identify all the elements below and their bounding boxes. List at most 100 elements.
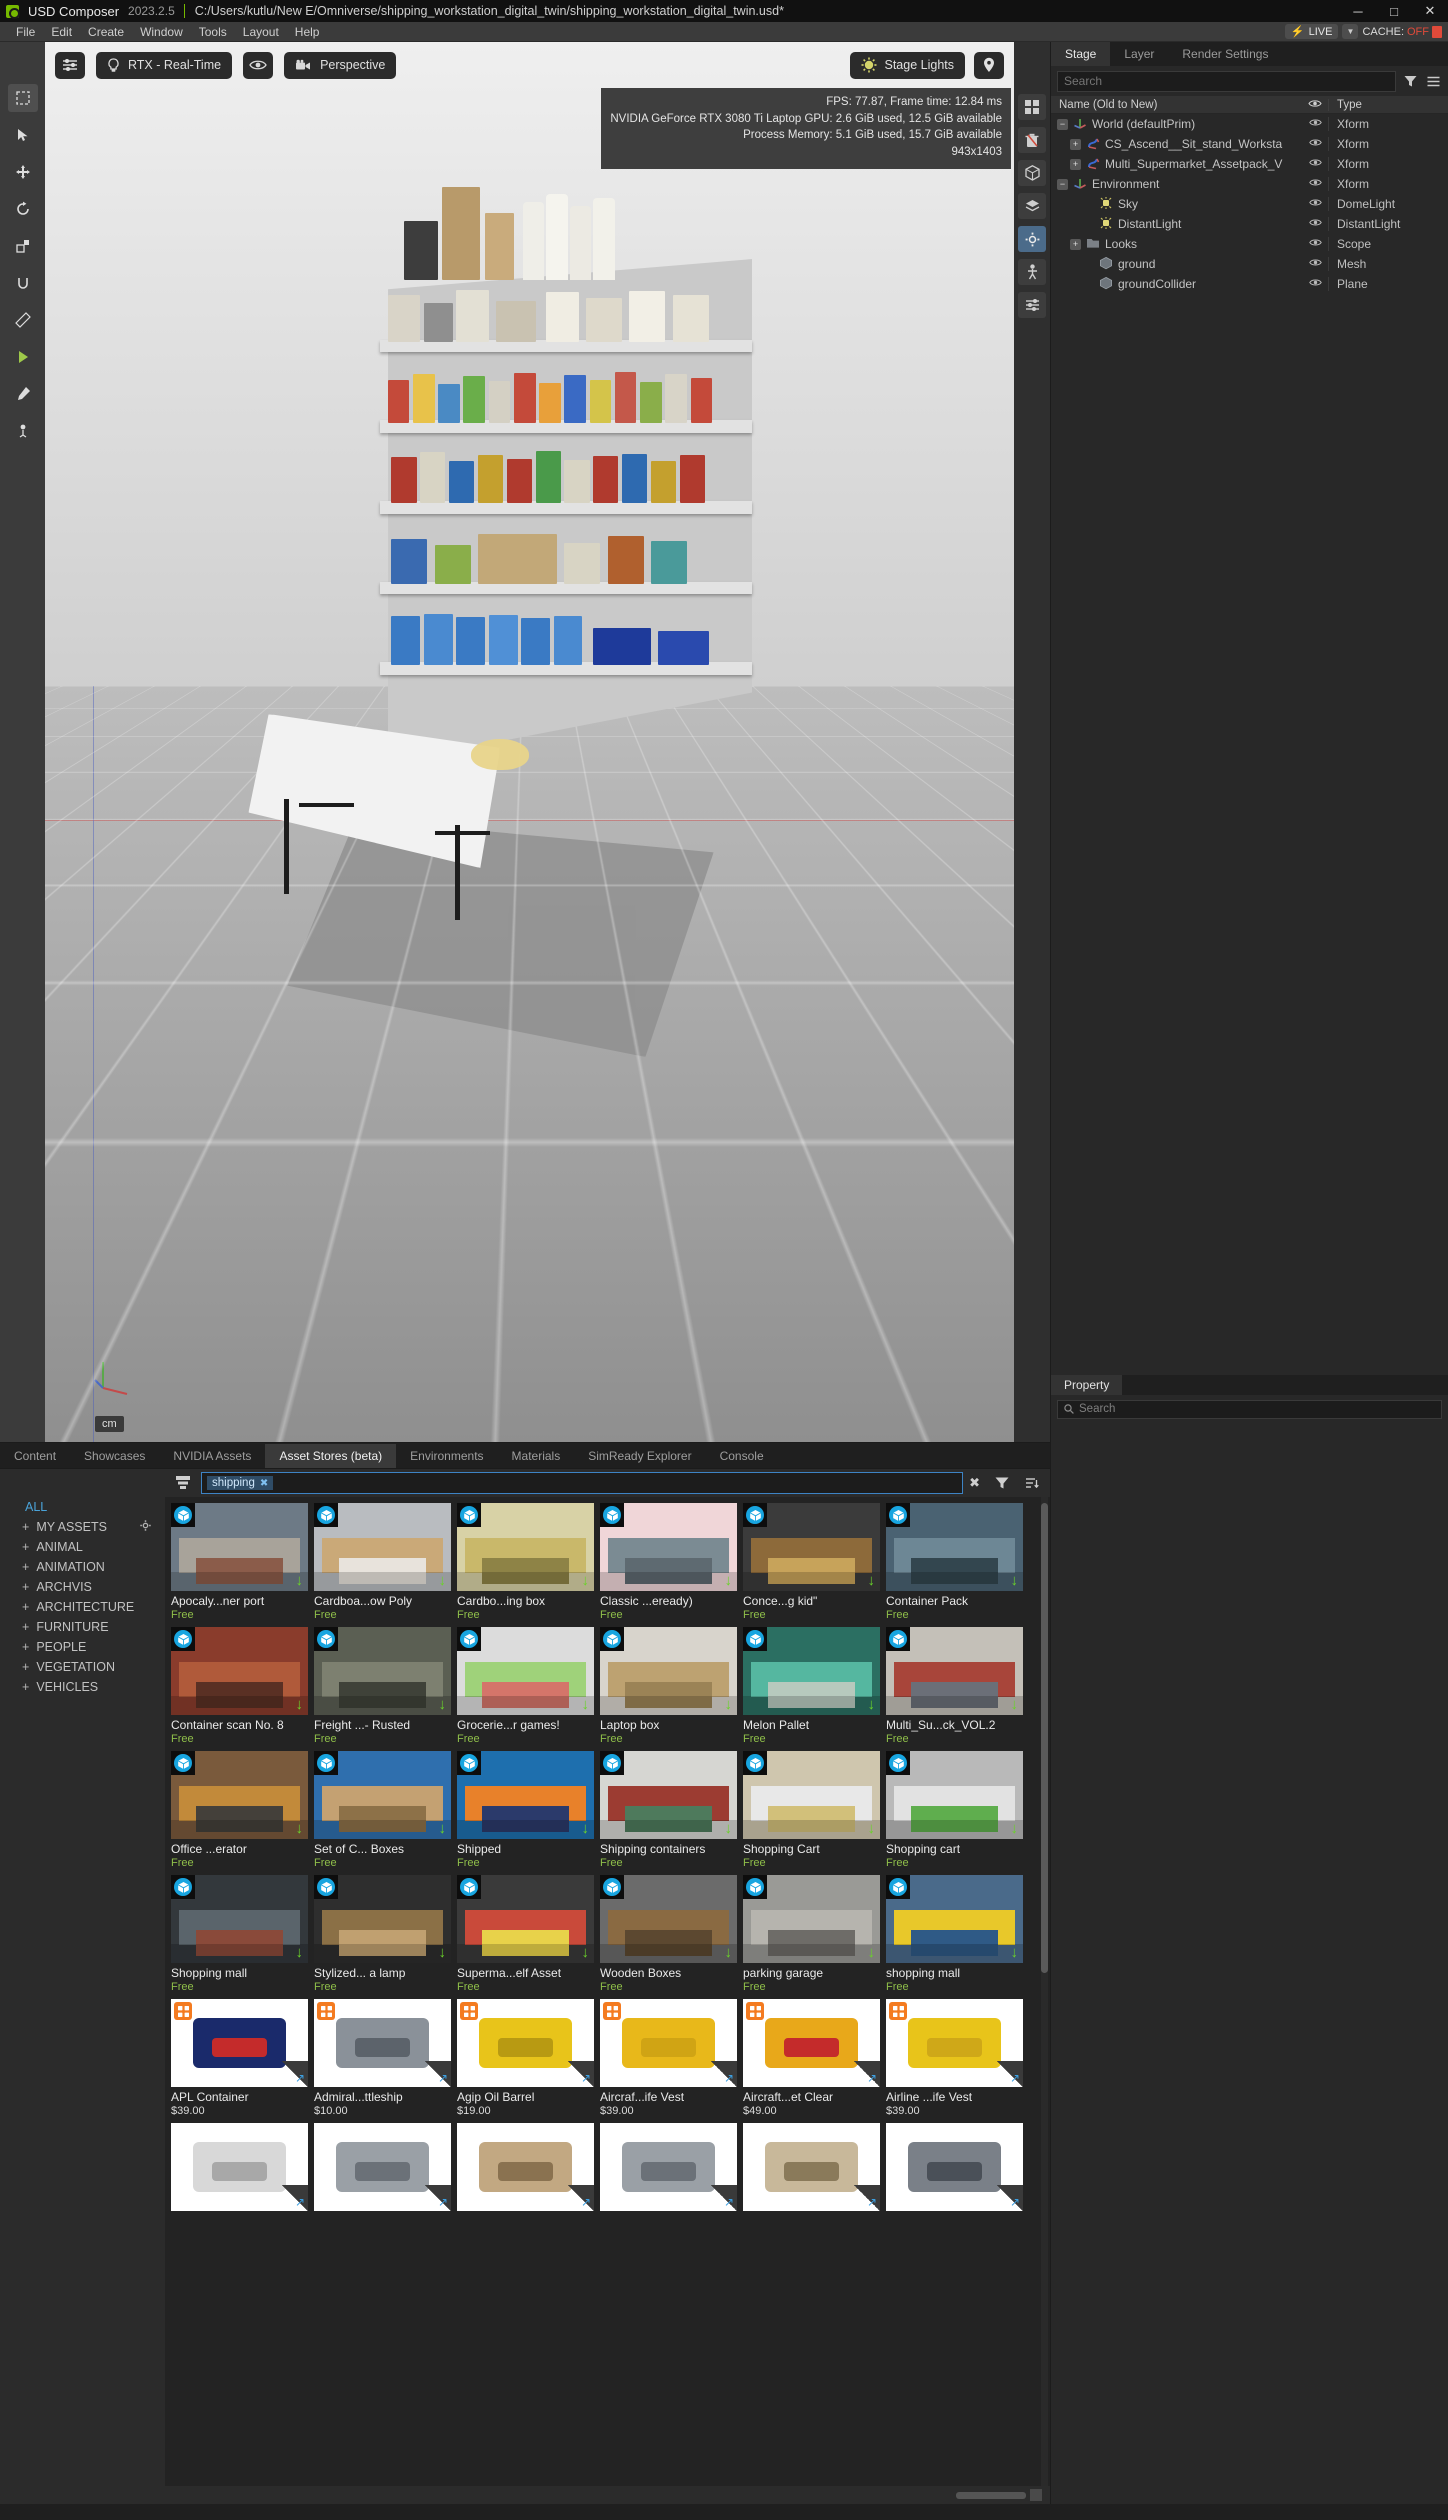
tool-move-icon[interactable] [8,158,38,186]
asset-card[interactable]: ↓ Set of C... Boxes Free [314,1751,451,1869]
supermarket-shelf-asset[interactable] [365,259,753,763]
asset-thumbnail[interactable]: ↓ [886,1875,1023,1963]
tool-rotate-icon[interactable] [8,195,38,223]
asset-card[interactable]: ↓ Office ...erator Free [171,1751,308,1869]
grid-scrollbar-thumb[interactable] [1041,1503,1048,1973]
stage-tree-row[interactable]: + Looks Scope [1051,234,1448,254]
download-arrow-icon[interactable]: ↓ [439,1945,447,1960]
tool-measure-icon[interactable] [8,306,38,334]
download-arrow-icon[interactable]: ↓ [1011,1821,1019,1836]
tree-toggle-collapse-icon[interactable]: − [1057,118,1068,130]
prim-visibility-eye-icon[interactable] [1302,278,1328,290]
menu-help[interactable]: Help [287,22,328,42]
stage-tree-row[interactable]: DistantLight DistantLight [1051,214,1448,234]
stage-tree[interactable]: − World (defaultPrim) Xform + CS_Ascend__Sit… [1051,114,1448,1375]
column-name[interactable]: Name (Old to New) [1051,99,1302,111]
column-type[interactable]: Type [1328,98,1448,111]
category-my-assets[interactable]: + MY ASSETS [22,1517,165,1537]
external-link-icon[interactable] [282,2061,308,2087]
asset-thumbnail[interactable] [457,1999,594,2087]
asset-card[interactable]: Agip Oil Barrel$19.00 [457,1999,594,2117]
asset-thumbnail[interactable] [743,2123,880,2211]
stage-tree-row[interactable]: − Environment Xform [1051,174,1448,194]
download-arrow-icon[interactable]: ↓ [296,1697,304,1712]
download-arrow-icon[interactable]: ↓ [868,1821,876,1836]
download-arrow-icon[interactable]: ↓ [868,1573,876,1588]
menu-window[interactable]: Window [132,22,191,42]
asset-card[interactable]: APL Container$39.00 [171,1999,308,2117]
external-link-icon[interactable] [425,2185,451,2211]
asset-thumbnail[interactable]: ↓ [171,1503,308,1591]
prim-visibility-eye-icon[interactable] [1302,178,1328,190]
sort-icon[interactable] [1020,1472,1044,1494]
asset-thumbnail[interactable]: ↓ [314,1751,451,1839]
stage-tree-row[interactable]: groundCollider Plane [1051,274,1448,294]
tab-stage[interactable]: Stage [1051,42,1111,66]
external-link-icon[interactable] [711,2061,737,2087]
live-toggle[interactable]: ⚡ LIVE [1284,24,1339,39]
property-search-input[interactable]: Search [1057,1399,1442,1419]
prim-visibility-eye-icon[interactable] [1302,238,1328,250]
tree-toggle-collapse-icon[interactable]: − [1057,178,1068,190]
download-arrow-icon[interactable]: ↓ [439,1697,447,1712]
external-link-icon[interactable] [568,2061,594,2087]
external-link-icon[interactable] [711,2185,737,2211]
external-link-icon[interactable] [854,2185,880,2211]
minimize-button[interactable]: ─ [1340,0,1376,22]
asset-thumbnail[interactable]: ↓ [743,1751,880,1839]
asset-thumbnail[interactable]: ↓ [600,1875,737,1963]
asset-card[interactable]: ↓ Laptop box Free [600,1627,737,1745]
stage-search-input[interactable] [1057,70,1396,92]
asset-card[interactable]: ↓ Melon Pallet Free [743,1627,880,1745]
menu-file[interactable]: File [8,22,43,42]
rail-sliders-icon[interactable] [1018,292,1046,318]
asset-card[interactable]: Admiral...ttleship$10.00 [314,1999,451,2117]
asset-thumbnail[interactable] [171,2123,308,2211]
prim-visibility-eye-icon[interactable] [1302,118,1328,130]
tool-scale-icon[interactable] [8,232,38,260]
asset-thumbnail[interactable]: ↓ [171,1875,308,1963]
download-arrow-icon[interactable]: ↓ [296,1945,304,1960]
menu-create[interactable]: Create [80,22,132,42]
asset-card[interactable]: ↓ Conce...g kid" Free [743,1503,880,1621]
asset-card[interactable] [600,2123,737,2215]
rail-human-icon[interactable] [1018,259,1046,285]
asset-card[interactable]: ↓ Cardboa...ow Poly Free [314,1503,451,1621]
lighting-selector[interactable]: Stage Lights [849,51,965,79]
asset-thumbnail[interactable]: ↓ [457,1751,594,1839]
tree-toggle-expand-icon[interactable]: + [1070,158,1081,170]
download-arrow-icon[interactable]: ↓ [296,1821,304,1836]
asset-thumbnail[interactable]: ↓ [886,1627,1023,1715]
grid-view-icon[interactable] [1030,2489,1042,2501]
download-arrow-icon[interactable]: ↓ [582,1945,590,1960]
external-link-icon[interactable] [425,2061,451,2087]
stage-menu-hamburger-icon[interactable] [1425,71,1442,92]
asset-search-input[interactable]: shipping ✖ [201,1472,964,1494]
category-all[interactable]: ALL [22,1497,165,1517]
download-arrow-icon[interactable]: ↓ [439,1573,447,1588]
tool-brush-icon[interactable] [8,380,38,408]
asset-thumbnail[interactable]: ↓ [171,1627,308,1715]
category-vehicles[interactable]: + VEHICLES [22,1677,165,1697]
asset-card[interactable]: ↓ Shipped Free [457,1751,594,1869]
download-arrow-icon[interactable]: ↓ [439,1821,447,1836]
tab-showcases[interactable]: Showcases [70,1444,159,1468]
download-arrow-icon[interactable]: ↓ [725,1945,733,1960]
asset-card[interactable]: Aircraf...ife Vest$39.00 [600,1999,737,2117]
asset-thumbnail[interactable]: ↓ [314,1627,451,1715]
asset-card[interactable]: ↓ shopping mall Free [886,1875,1023,1993]
camera-selector[interactable]: Perspective [284,51,397,79]
tab-layer[interactable]: Layer [1110,42,1169,66]
asset-thumbnail[interactable]: ↓ [171,1751,308,1839]
asset-card[interactable]: ↓ Superma...elf Asset Free [457,1875,594,1993]
rail-delete-icon[interactable] [1018,127,1046,153]
download-arrow-icon[interactable]: ↓ [868,1697,876,1712]
download-arrow-icon[interactable]: ↓ [868,1945,876,1960]
asset-card[interactable] [886,2123,1023,2215]
download-arrow-icon[interactable]: ↓ [1011,1945,1019,1960]
stage-tree-row[interactable]: Sky DomeLight [1051,194,1448,214]
category-furniture[interactable]: + FURNITURE [22,1617,165,1637]
menu-edit[interactable]: Edit [43,22,80,42]
prim-visibility-eye-icon[interactable] [1302,218,1328,230]
asset-card[interactable]: ↓ Shopping cart Free [886,1751,1023,1869]
